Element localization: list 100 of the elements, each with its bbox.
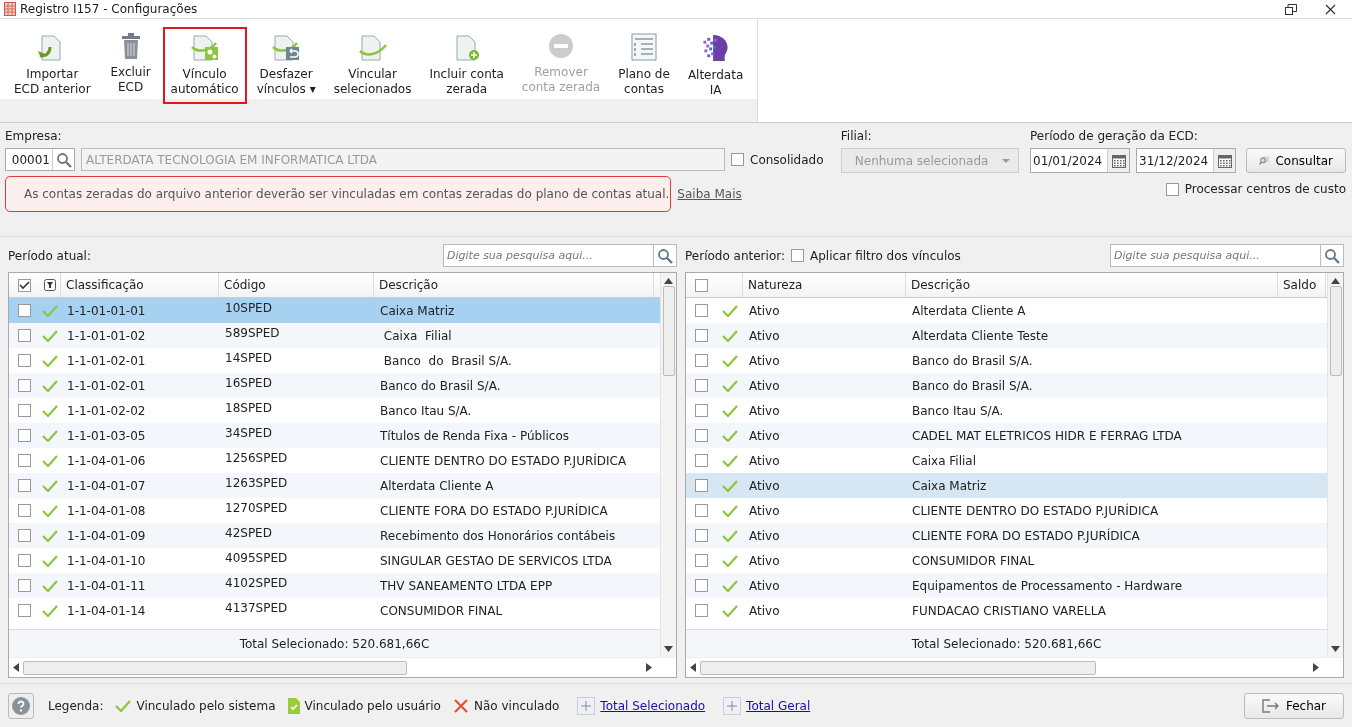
horizontal-scrollbar[interactable] <box>686 657 1343 677</box>
table-row[interactable]: Ativo Equipamentos de Processamento - Hardware <box>686 573 1327 598</box>
table-row[interactable]: 1-1-04-01-09 42SPED Recebimento dos Honorários contábeis <box>9 523 660 548</box>
column-header[interactable]: Classificação <box>61 273 219 297</box>
scroll-thumb[interactable] <box>23 660 407 675</box>
column-header[interactable]: Saldo <box>1278 273 1326 297</box>
scroll-right-icon[interactable] <box>1313 663 1319 672</box>
close-button[interactable]: Fechar <box>1244 692 1344 719</box>
scroll-left-icon[interactable] <box>690 663 696 672</box>
checkbox[interactable] <box>694 329 708 342</box>
search-field[interactable]: Digite sua pesquisa aqui... <box>1110 244 1321 267</box>
table-row[interactable]: Ativo Alterdata Cliente Teste <box>686 323 1327 348</box>
checkbox[interactable] <box>17 404 31 417</box>
toolbar-button[interactable]: Desfazer vínculos ▾ <box>248 27 324 104</box>
date-field[interactable]: 31/12/2024 <box>1136 148 1236 173</box>
scroll-thumb[interactable] <box>1329 286 1342 376</box>
search-field[interactable]: Digite sua pesquisa aqui... <box>443 244 654 267</box>
table-row[interactable]: 1-1-01-01-01 10SPED Caixa Matriz <box>9 298 660 323</box>
toolbar-button[interactable]: Vínculo automático <box>162 27 247 104</box>
checkbox[interactable] <box>17 529 31 542</box>
toolbar-button[interactable]: Plano de contas <box>610 27 678 104</box>
scroll-left-icon[interactable] <box>13 663 19 672</box>
table-row[interactable]: 1-1-01-01-02 589SPED Caixa Filial <box>9 323 660 348</box>
checkbox[interactable] <box>17 379 31 392</box>
checkbox[interactable] <box>17 479 31 492</box>
pixel-head-icon <box>700 33 731 62</box>
checkbox[interactable] <box>694 554 708 567</box>
legend-text: Vinculado pelo usuário <box>304 698 441 713</box>
total-link[interactable]: Total Selecionado <box>600 698 706 713</box>
checkbox[interactable] <box>694 379 708 392</box>
column-header[interactable]: Descrição <box>906 273 1278 297</box>
checkbox[interactable] <box>17 329 31 342</box>
checkbox[interactable] <box>1165 182 1179 196</box>
consult-button[interactable]: Consultar <box>1246 148 1346 173</box>
checkbox[interactable] <box>17 429 31 442</box>
filter-icon[interactable] <box>43 279 56 291</box>
column-header[interactable]: Código <box>219 273 374 297</box>
table-cell-text: CLIENTE FORA DO ESTADO P.JURÍDICA <box>911 527 1141 545</box>
vertical-scrollbar[interactable] <box>660 273 676 657</box>
table-row[interactable]: Ativo Caixa Matriz <box>686 473 1327 498</box>
toolbar-button[interactable]: Importar ECD anterior <box>6 27 99 104</box>
total-link[interactable]: Total Geral <box>746 698 811 713</box>
horizontal-scrollbar[interactable] <box>9 657 676 677</box>
help-button[interactable] <box>8 692 34 719</box>
table-row[interactable]: 1-1-04-01-11 4102SPED THV SANEAMENTO LTDA EPP <box>9 573 660 598</box>
checkbox[interactable] <box>17 579 31 592</box>
toolbar-button[interactable]: Vincular selecionados <box>325 27 420 104</box>
checkbox[interactable] <box>17 354 31 367</box>
learn-more-link[interactable]: Saiba Mais <box>677 187 742 201</box>
date-field[interactable]: 01/01/2024 <box>1030 148 1130 173</box>
checkbox[interactable] <box>694 454 708 467</box>
table-row[interactable]: Ativo Banco do Brasil S/A. <box>686 373 1327 398</box>
table-cell-text: Alterdata Cliente A <box>379 477 495 495</box>
scroll-up-icon[interactable] <box>1331 278 1340 284</box>
column-header[interactable]: Descrição <box>374 273 654 297</box>
checkbox[interactable] <box>694 429 708 442</box>
toolbar-button[interactable]: Excluir ECD <box>100 27 161 104</box>
checkbox[interactable] <box>17 304 31 317</box>
table-row[interactable]: 1-1-01-02-01 16SPED Banco do Brasil S/A. <box>9 373 660 398</box>
table-row[interactable]: 1-1-01-03-05 34SPED Títulos de Renda Fixa - Públicos <box>9 423 660 448</box>
checkbox[interactable] <box>694 579 708 592</box>
search-button[interactable] <box>1321 244 1344 267</box>
select-all-checkbox[interactable] <box>694 278 708 292</box>
checkbox[interactable] <box>694 529 708 542</box>
scroll-down-icon[interactable] <box>664 646 673 652</box>
toolbar-button[interactable]: Incluir conta zerada <box>421 27 512 104</box>
select-all-checkbox[interactable] <box>17 278 31 292</box>
checkbox[interactable] <box>17 504 31 517</box>
vertical-scrollbar[interactable] <box>1327 273 1343 657</box>
column-header[interactable]: Natureza <box>743 273 906 297</box>
scroll-down-icon[interactable] <box>1331 646 1340 652</box>
table-cell-text: Ativo <box>748 452 781 470</box>
checkbox[interactable] <box>694 404 708 417</box>
checkbox[interactable] <box>17 604 31 617</box>
scroll-up-icon[interactable] <box>664 278 673 284</box>
table-row[interactable]: Ativo CADEL MAT ELETRICOS HIDR E FERRAG LTDA <box>686 423 1327 448</box>
checkbox[interactable] <box>694 504 708 517</box>
search-button[interactable] <box>654 244 677 267</box>
table-cell-text: CLIENTE DENTRO DO ESTADO P.JURÍDICA <box>911 502 1160 520</box>
table-cell-text: Ativo <box>748 402 781 420</box>
company-code-field[interactable]: 00001 <box>5 148 75 171</box>
checkbox[interactable] <box>731 153 744 166</box>
close-icon[interactable] <box>1325 3 1336 15</box>
table-row[interactable]: Ativo CLIENTE FORA DO ESTADO P.JURÍDICA <box>686 523 1327 548</box>
check-icon <box>721 379 738 392</box>
checkbox[interactable] <box>17 554 31 567</box>
scroll-thumb[interactable] <box>662 286 675 376</box>
table-cell-text: 34SPED <box>224 425 273 442</box>
checkbox[interactable] <box>694 304 708 317</box>
search-icon <box>1324 247 1340 264</box>
scroll-right-icon[interactable] <box>646 663 652 672</box>
checkbox[interactable] <box>791 249 804 262</box>
checkbox[interactable] <box>17 454 31 467</box>
table-row[interactable]: 1-1-04-01-07 1263SPED Alterdata Cliente A <box>9 473 660 498</box>
checkbox[interactable] <box>694 354 708 367</box>
restore-icon[interactable] <box>1285 3 1297 15</box>
checkbox[interactable] <box>694 479 708 492</box>
toolbar-button[interactable]: Alterdata IA <box>679 27 752 104</box>
checkbox[interactable] <box>694 604 708 617</box>
scroll-thumb[interactable] <box>700 660 1096 675</box>
